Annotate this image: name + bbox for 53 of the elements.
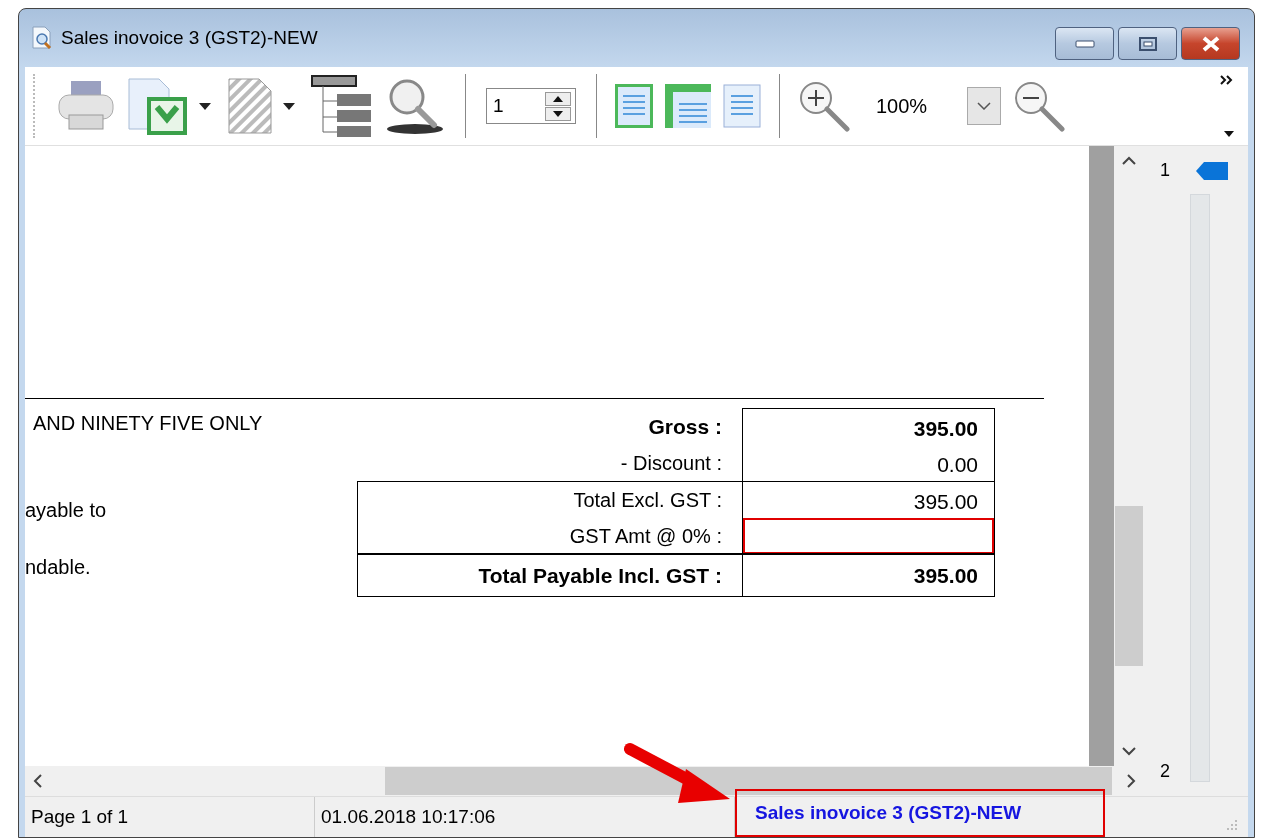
scrollbar-thumb[interactable] [1115, 506, 1143, 666]
hatched-page-icon [227, 77, 273, 135]
horizontal-scrollbar[interactable] [25, 766, 1144, 796]
maximize-icon [1138, 36, 1157, 51]
page-label: 1 [1160, 160, 1170, 181]
total-label: Gross : [647, 414, 723, 440]
scrollbar-thumb[interactable] [385, 767, 1112, 795]
close-icon [1200, 35, 1221, 52]
zoom-out-icon [1013, 80, 1068, 132]
scroll-up-icon[interactable] [1122, 156, 1136, 165]
page-slider-track[interactable] [1190, 194, 1210, 782]
scroll-down-icon[interactable] [1122, 747, 1136, 756]
page-lines-icon [665, 84, 711, 128]
zoom-in-icon [798, 80, 852, 132]
minimize-button[interactable] [1055, 27, 1114, 60]
total-label: Total Payable Incl. GST : [477, 563, 723, 589]
page-lines-icon [723, 84, 761, 128]
maximize-button[interactable] [1118, 27, 1177, 60]
page-lines-icon [615, 84, 653, 128]
page-number-field[interactable]: 1 [486, 88, 576, 124]
total-value-cell-text: 395.00 [912, 563, 979, 589]
zoom-dropdown-button[interactable] [967, 87, 1002, 125]
dropdown-caret-icon[interactable] [199, 102, 211, 110]
close-button[interactable] [1181, 27, 1240, 60]
spin-down-icon[interactable] [545, 106, 571, 121]
zoom-level: 100% [876, 94, 928, 118]
report-name: Sales inovoice 3 (GST2)-NEW [755, 802, 1022, 824]
page-count: Page 1 of 1 [25, 797, 315, 837]
scroll-left-icon[interactable] [33, 774, 42, 788]
total-label: - Discount : [619, 451, 723, 476]
document-magnifier-icon [31, 26, 53, 50]
resize-grip-icon[interactable] [1226, 819, 1238, 831]
total-label: Total Excl. GST : [572, 487, 723, 513]
total-value-cell-text: 395.00 [912, 416, 979, 442]
spin-up-icon[interactable] [545, 91, 571, 106]
tree-outline-icon [311, 75, 373, 137]
chevron-down-icon [977, 102, 992, 110]
minimize-icon [1074, 39, 1095, 48]
page-label: 2 [1160, 761, 1170, 782]
double-chevron-icon[interactable] [1220, 75, 1234, 85]
dropdown-caret-icon[interactable] [283, 102, 295, 110]
printer-icon [57, 79, 115, 133]
amount-in-words: AND NINETY FIVE ONLY [33, 412, 263, 435]
total-value-cell-text: 0.00 [936, 452, 979, 478]
total-label: GST Amt @ 0% : [568, 523, 723, 549]
note-text: ayable to [25, 499, 107, 522]
total-value-cell-text: 395.00 [912, 488, 979, 515]
dropdown-caret-icon[interactable] [1224, 131, 1234, 137]
scroll-right-icon[interactable] [1127, 774, 1136, 788]
note-text: ndable. [25, 556, 91, 579]
window-title: Sales inovoice 3 (GST2)-NEW [61, 27, 318, 49]
document-arrow-icon [127, 77, 189, 135]
page-marker-icon[interactable] [1196, 162, 1228, 180]
